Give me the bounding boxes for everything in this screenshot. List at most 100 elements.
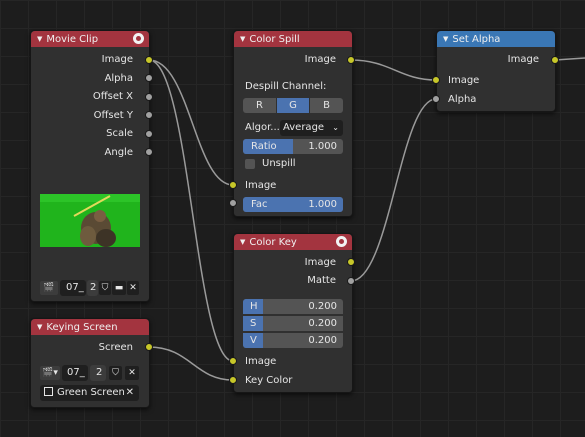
unlink-x-icon[interactable]: ✕ [125, 366, 139, 380]
spill-fac-input-socket[interactable] [229, 199, 237, 207]
clip-name-field[interactable]: 07_ [62, 365, 88, 381]
input-image-label: Image [245, 180, 277, 191]
clip-browse-icon[interactable]: 🎬▾ [40, 366, 60, 380]
link-alpha-output [554, 57, 585, 61]
alpha-image-output-socket[interactable] [551, 56, 559, 64]
collapse-icon[interactable]: ▼ [37, 35, 42, 43]
key-image-input-socket[interactable] [229, 357, 237, 365]
fac-slider[interactable]: Fac 1.000 [243, 197, 343, 212]
clip-name-field[interactable]: 07_ [60, 280, 86, 296]
output-image-label: Image [304, 54, 336, 65]
clip-users-value: 2 [90, 282, 97, 293]
link-matte-to-alpha [350, 98, 437, 282]
clip-offset-y-output-socket[interactable] [145, 111, 153, 119]
algorithm-label: Algor... [245, 122, 280, 133]
clear-x-icon[interactable]: ✕ [126, 385, 134, 401]
fac-value: 1.000 [308, 199, 337, 210]
color-spill-title: Color Spill [249, 34, 300, 45]
alpha-alpha-input-socket[interactable] [432, 95, 440, 103]
hue-value: 0.200 [308, 301, 337, 312]
clip-users-value: 2 [96, 367, 103, 378]
clip-browse-icon[interactable]: 🎬 [40, 281, 58, 295]
clip-alpha-output-socket[interactable] [145, 74, 153, 82]
movie-clip-node[interactable]: ▼ Movie Clip Image Alpha Offset X Offset … [30, 30, 150, 302]
ratio-slider[interactable]: Ratio 1.000 [243, 139, 343, 154]
fake-user-shield-icon[interactable]: ⛉ [109, 366, 122, 380]
alpha-image-input-socket[interactable] [432, 76, 440, 84]
clip-offset-x-output-socket[interactable] [145, 93, 153, 101]
channel-g-button[interactable]: G [277, 98, 309, 113]
keying-screen-title: Keying Screen [46, 322, 118, 333]
hue-label: H [250, 301, 258, 312]
color-key-title: Color Key [249, 237, 297, 248]
hue-field[interactable]: H 0.200 [243, 299, 343, 314]
collapse-icon[interactable]: ▼ [443, 35, 448, 43]
link-screen-to-key-color [148, 346, 234, 381]
clip-scale-output-socket[interactable] [145, 130, 153, 138]
saturation-value: 0.200 [308, 318, 337, 329]
input-alpha-label: Alpha [448, 94, 477, 105]
link-clip-image-to-spill-image [148, 59, 234, 186]
output-offset-y-label: Offset Y [93, 110, 133, 121]
color-key-node[interactable]: ▼ Color Key Image Matte H 0.200 S 0.200 V… [233, 233, 353, 393]
movie-clip-header[interactable]: ▼ Movie Clip [31, 31, 149, 47]
movie-clip-title: Movie Clip [46, 34, 99, 45]
color-spill-node[interactable]: ▼ Color Spill Image Despill Channel: R G … [233, 30, 353, 217]
clip-name: 07_ [66, 282, 84, 293]
collapse-icon[interactable]: ▼ [240, 35, 245, 43]
output-matte-label: Matte [307, 275, 336, 286]
output-alpha-label: Alpha [104, 73, 133, 84]
keying-screen-header[interactable]: ▼ Keying Screen [31, 319, 149, 335]
tracking-object-value: Green Screen [57, 387, 125, 398]
keying-screen-node[interactable]: ▼ Keying Screen Screen 🎬▾ 07_ 2 ⛉ ✕ Green… [30, 318, 150, 408]
input-image-label: Image [448, 75, 480, 86]
render-icon[interactable] [336, 236, 347, 247]
clip-preview-image [40, 194, 140, 247]
input-key-color-label: Key Color [245, 375, 293, 386]
color-spill-header[interactable]: ▼ Color Spill [234, 31, 352, 47]
set-alpha-node[interactable]: ▼ Set Alpha Image Image Alpha [436, 30, 556, 112]
spill-image-input-socket[interactable] [229, 181, 237, 189]
key-color-input-socket[interactable] [229, 376, 237, 384]
color-key-header[interactable]: ▼ Color Key [234, 234, 352, 250]
input-image-label: Image [245, 356, 277, 367]
saturation-label: S [250, 318, 257, 329]
render-icon[interactable] [133, 33, 144, 44]
collapse-icon[interactable]: ▼ [240, 238, 245, 246]
output-image-label: Image [507, 54, 539, 65]
unspill-checkbox[interactable] [245, 159, 255, 169]
screen-output-socket[interactable] [145, 343, 153, 351]
output-offset-x-label: Offset X [92, 91, 133, 102]
tracking-object-field[interactable]: Green Screen ✕ [40, 385, 139, 401]
set-alpha-title: Set Alpha [452, 34, 501, 45]
spill-image-output-socket[interactable] [347, 56, 355, 64]
link-spill-to-alpha-image [350, 59, 437, 81]
channel-b-button[interactable]: B [310, 98, 343, 113]
value-label: V [250, 335, 257, 346]
collapse-icon[interactable]: ▼ [37, 323, 42, 331]
output-angle-label: Angle [104, 147, 133, 158]
link-clip-image-to-key-image [148, 59, 234, 362]
fake-user-shield-icon[interactable]: ⛉ [99, 281, 111, 295]
saturation-field[interactable]: S 0.200 [243, 316, 343, 331]
set-alpha-header[interactable]: ▼ Set Alpha [437, 31, 555, 47]
output-screen-label: Screen [98, 342, 133, 353]
open-folder-icon[interactable]: ▬ [112, 281, 126, 295]
unlink-x-icon[interactable]: ✕ [127, 281, 139, 295]
clip-users-count[interactable]: 2 [90, 365, 106, 381]
clip-image-output-socket[interactable] [145, 56, 153, 64]
clip-preview [40, 194, 140, 247]
tracking-object-icon [44, 387, 53, 396]
key-image-output-socket[interactable] [347, 258, 355, 266]
value-field[interactable]: V 0.200 [243, 333, 343, 348]
channel-r-button[interactable]: R [243, 98, 276, 113]
clip-name: 07_ [67, 367, 85, 378]
output-image-label: Image [304, 257, 336, 268]
clip-angle-output-socket[interactable] [145, 148, 153, 156]
clip-users-count[interactable]: 2 [87, 280, 98, 296]
output-image-label: Image [101, 54, 133, 65]
algorithm-dropdown[interactable]: Average ⌄ [280, 120, 343, 136]
ratio-value: 1.000 [308, 141, 337, 152]
key-matte-output-socket[interactable] [347, 277, 355, 285]
despill-channel-selector[interactable]: R G B [243, 98, 343, 113]
